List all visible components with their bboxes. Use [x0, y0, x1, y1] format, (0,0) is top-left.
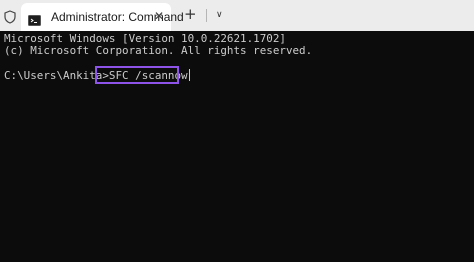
terminal-window: Administrator: Command ✕ + ∨ Microsoft W…: [0, 0, 474, 262]
terminal-icon: [28, 11, 41, 26]
console-output[interactable]: Microsoft Windows [Version 10.0.22621.17…: [0, 31, 474, 262]
command-highlight: [95, 66, 179, 84]
title-bar: Administrator: Command ✕ + ∨: [0, 0, 474, 31]
divider: [206, 9, 207, 22]
new-tab-button[interactable]: +: [184, 4, 197, 24]
console-line: (c) Microsoft Corporation. All rights re…: [4, 44, 313, 57]
close-icon[interactable]: ✕: [154, 8, 164, 24]
text-cursor: [188, 69, 190, 81]
chevron-down-icon[interactable]: ∨: [216, 9, 223, 21]
prompt-path: C:\Users\Ankita: [4, 69, 103, 82]
tab-administrator-command[interactable]: Administrator: Command ✕: [21, 3, 184, 31]
shield-icon: [4, 9, 16, 24]
